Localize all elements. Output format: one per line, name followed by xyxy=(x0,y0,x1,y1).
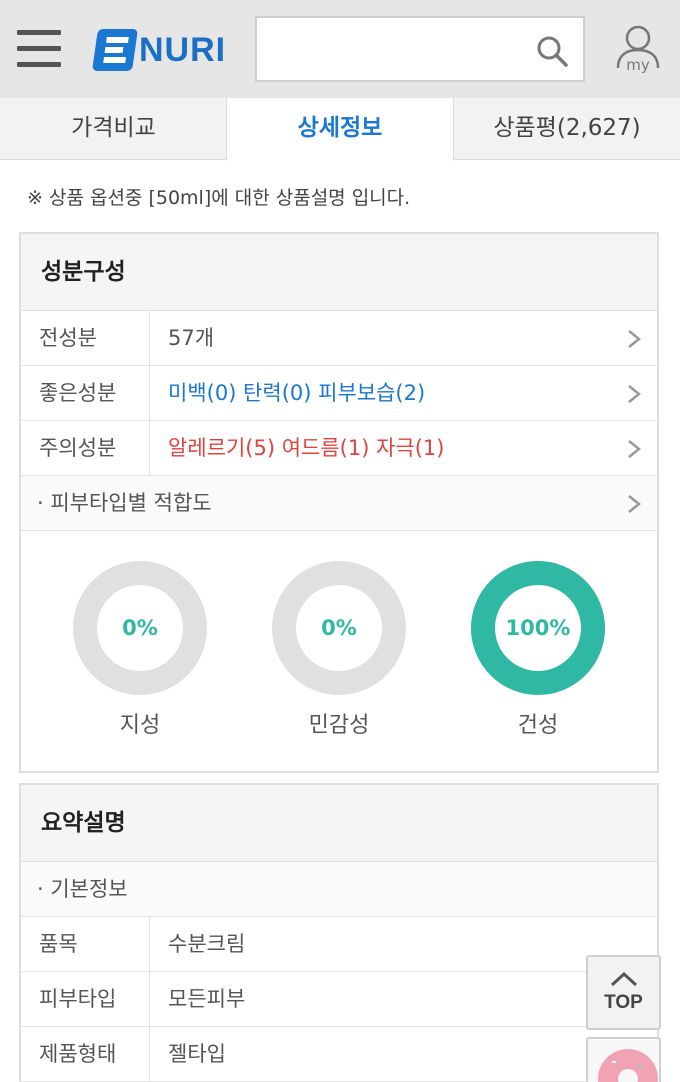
logo-text: NURI xyxy=(139,31,227,69)
summary-row: 품목 수분크림 xyxy=(21,917,657,972)
row-value: 수분크림 xyxy=(168,932,246,956)
donut-dry: 100% xyxy=(471,561,605,695)
ingredient-row-good[interactable]: 좋은성분 미백(0) 탄력(0) 피부보습(2) xyxy=(21,366,657,421)
donut-percent: 0% xyxy=(321,616,357,640)
row-value: 알레르기(5) 여드름(1) 자극(1) xyxy=(168,436,445,460)
ingredient-row-caution[interactable]: 주의성분 알레르기(5) 여드름(1) 자극(1) xyxy=(21,421,657,476)
row-key: 좋은성분 xyxy=(21,366,150,420)
donut-percent: 100% xyxy=(505,616,571,640)
search-box[interactable] xyxy=(255,16,585,82)
row-value: 미백(0) 탄력(0) 피부보습(2) xyxy=(168,381,426,405)
row-key: 제품형태 xyxy=(21,1027,150,1081)
logo-e-icon xyxy=(92,29,138,71)
tab-detail-info[interactable]: 상세정보 xyxy=(226,98,454,161)
chevron-right-icon xyxy=(628,495,641,513)
donut-label: 건성 xyxy=(517,713,559,738)
scroll-top-button[interactable]: TOP xyxy=(586,955,661,1030)
chevron-right-icon xyxy=(628,440,641,458)
ingredients-title: 성분구성 xyxy=(21,234,657,311)
product-tabs: 가격비교 상세정보 상품평(2,627) xyxy=(0,98,680,161)
row-key: 전성분 xyxy=(21,311,150,365)
app-header: NURI my xyxy=(0,0,680,98)
donut-label: 민감성 xyxy=(308,713,370,738)
my-label: my xyxy=(626,56,650,74)
chevron-right-icon xyxy=(628,385,641,403)
user-icon: my xyxy=(616,25,660,74)
enuri-logo[interactable]: NURI xyxy=(92,27,245,73)
ingredient-row-all[interactable]: 전성분 57개 xyxy=(21,311,657,366)
tab-price-compare[interactable]: 가격비교 xyxy=(0,98,227,160)
promo-thumbnail[interactable] xyxy=(586,1037,661,1082)
skin-type-chart: 0% 지성 0% 민감성 100% 건성 xyxy=(21,531,657,773)
skin-fit-row[interactable]: · 피부타입별 적합도 xyxy=(21,476,657,531)
ingredients-section: 성분구성 전성분 57개 좋은성분 미백(0) 탄력(0) 피부보습(2) 주의… xyxy=(19,232,659,773)
chevron-up-icon xyxy=(610,971,638,987)
my-page-button[interactable]: my xyxy=(612,22,664,78)
row-key: 주의성분 xyxy=(21,421,150,475)
summary-row: 제품형태 젤타입 xyxy=(21,1027,657,1082)
summary-title: 요약설명 xyxy=(21,785,657,862)
basic-info-row: · 기본정보 xyxy=(21,862,657,917)
summary-section: 요약설명 · 기본정보 품목 수분크림 피부타입 모든피부 제품형태 젤타입 xyxy=(19,783,659,1082)
skin-fit-label: · 피부타입별 적합도 xyxy=(37,491,212,515)
donut-image-icon xyxy=(598,1049,658,1082)
summary-row: 피부타입 모든피부 xyxy=(21,972,657,1027)
donut-sensitive: 0% xyxy=(272,561,406,695)
chevron-right-icon xyxy=(628,330,641,348)
row-key: 품목 xyxy=(21,917,150,971)
search-icon[interactable] xyxy=(535,34,569,68)
search-input[interactable] xyxy=(267,28,527,72)
hamburger-menu-icon[interactable] xyxy=(17,30,61,68)
row-key: 피부타입 xyxy=(21,972,150,1026)
top-label: TOP xyxy=(604,992,643,1013)
row-value: 젤타입 xyxy=(168,1042,226,1066)
donut-oily: 0% xyxy=(73,561,207,695)
option-notice: ※ 상품 옵션중 [50ml]에 대한 상품설명 입니다. xyxy=(27,187,411,209)
row-value: 모든피부 xyxy=(168,987,246,1011)
basic-info-label: · 기본정보 xyxy=(37,877,128,901)
donut-percent: 0% xyxy=(122,616,158,640)
donut-label: 지성 xyxy=(119,713,161,738)
tab-reviews[interactable]: 상품평(2,627) xyxy=(454,98,680,160)
row-value: 57개 xyxy=(168,326,215,350)
